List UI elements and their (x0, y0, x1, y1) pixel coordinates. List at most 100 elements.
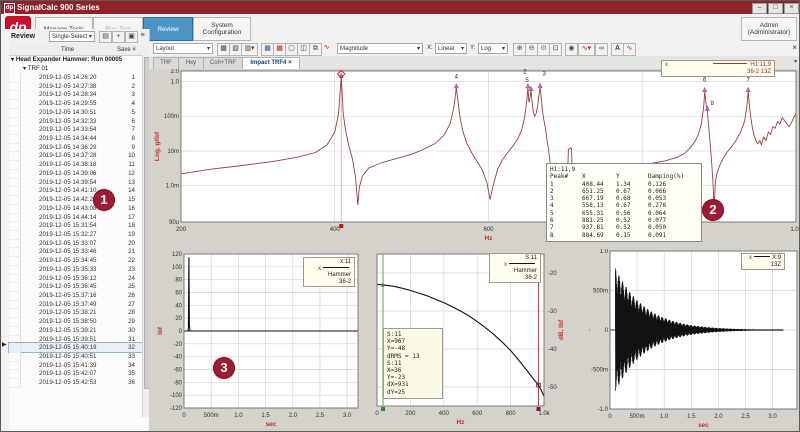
svg-text:1.0k: 1.0k (790, 227, 800, 233)
user-button[interactable]: Admin (Administrator) (741, 17, 797, 41)
list-item[interactable]: 2019-12-05 15:33:0720≡ (9, 239, 149, 248)
list-item[interactable]: 2019-12-05 15:32:2719≡ (9, 230, 149, 239)
svg-text:Log, g/lbf: Log, g/lbf (154, 131, 161, 161)
tree-group[interactable]: ▾ TRF 01 (23, 65, 48, 72)
list-item[interactable]: 2019-12-05 15:41:3934≡ (9, 361, 149, 370)
y-scale-combo[interactable]: Log▾ (478, 43, 508, 54)
close-button[interactable]: × (784, 3, 799, 14)
frf-chart[interactable]: 142536872004006008001.0k2.01.0100m10m1.0… (149, 69, 800, 249)
layout-combo[interactable]: Layout▾ (153, 43, 213, 54)
list-item[interactable]: 2019-12-05 15:36:1224≡ (9, 274, 149, 283)
svg-text:-20: -20 (548, 271, 557, 277)
tab-overflow-icon[interactable]: ▾ (794, 58, 797, 65)
list-item[interactable]: 2019-12-05 15:40:1932≡ (9, 343, 149, 352)
list-item[interactable]: 2019-12-05 14:34:448≡ (9, 134, 149, 143)
autoscale-icon[interactable]: ∿ (623, 43, 636, 56)
list-item[interactable]: 2019-12-05 14:36:299≡ (9, 143, 149, 152)
list-item[interactable]: 2019-12-05 14:27:382≡ (9, 82, 149, 91)
list-item[interactable]: 2019-12-05 14:32:336≡ (9, 117, 149, 126)
list-item[interactable]: 2019-12-05 14:42:2215≡ (9, 195, 149, 204)
list-item[interactable]: 2019-12-05 15:38:5029≡ (9, 317, 149, 326)
cursor-info-box[interactable]: S:11X=967Y=-48dRMS = 13S:11X=36Y=-23dX=9… (383, 328, 443, 399)
signal-trace-icon[interactable]: ∿ (321, 43, 332, 54)
menu-icon[interactable]: ≡ (138, 31, 147, 41)
svg-text:200: 200 (405, 411, 416, 417)
zoom-box-icon[interactable]: ⊡ (549, 43, 562, 56)
row-save-number: 14 (121, 187, 135, 194)
list-item[interactable]: 2019-12-05 15:37:4927≡ (9, 300, 149, 309)
legend-line-sample (713, 63, 747, 64)
list-item[interactable]: 2019-12-05 14:41:1014≡ (9, 186, 149, 195)
list-item[interactable]: 2019-12-05 14:38:1811≡ (9, 160, 149, 169)
list-item[interactable]: 2019-12-05 15:37:1626≡ (9, 291, 149, 300)
frf-legend: x H1:11,9 36-2 13Z (661, 60, 775, 77)
nav-system-configuration[interactable]: System Configuration (193, 17, 251, 41)
list-item[interactable]: 2019-12-05 15:33:4621≡ (9, 247, 149, 256)
svg-text:-40: -40 (173, 355, 182, 361)
column-time[interactable]: Time (61, 47, 74, 53)
row-save-number: 26 (121, 292, 135, 299)
select-mode-combo[interactable]: Single-Select▾ (49, 31, 95, 42)
list-item[interactable]: 2019-12-05 14:44:1417≡ (9, 213, 149, 222)
list-item[interactable]: 2019-12-05 14:37:2810≡ (9, 151, 149, 160)
row-gutter (9, 378, 21, 388)
chart-toolbar: Layout▾ ▦ ▧ ▥▾ ▦ ▦ ▢ ◫ ⧉ ∿ Magnitude▾ X:… (149, 42, 800, 56)
row-time: 2019-12-05 14:38:18 (39, 161, 96, 168)
row-save-number: 28 (121, 309, 135, 316)
link-cursor-icon[interactable]: ∞ (595, 43, 608, 56)
open-layout-icon[interactable]: ▥▾ (241, 43, 258, 56)
tab-coh-trf[interactable]: Coh+TRF (203, 57, 243, 69)
maximize-button[interactable]: □ (768, 3, 783, 14)
peak-cursor-icon[interactable]: ∿▾ (578, 43, 595, 56)
row-time: 2019-12-05 15:38:21 (39, 309, 96, 316)
list-item[interactable]: 2019-12-05 15:38:2128≡ (9, 308, 149, 317)
list-item[interactable]: 2019-12-05 14:26:201≡ (9, 73, 149, 82)
row-save-number: 5 (121, 109, 135, 116)
tree-root[interactable]: ▾ Head Expander Hammer: Run 00005 (11, 56, 122, 63)
collapse-icon[interactable]: ▣ (125, 31, 138, 43)
chevron-down-icon: ▾ (461, 45, 464, 52)
list-item[interactable]: 2019-12-05 15:35:3323≡ (9, 265, 149, 274)
peak-table[interactable]: H1:11,9 Peak#XYDamping(%) 1408.441.340.1… (546, 163, 702, 242)
tab-hxy[interactable]: Hxy (178, 57, 204, 69)
minimize-button[interactable]: – (752, 3, 767, 14)
annotation-badge-3: 3 (213, 357, 235, 379)
nav-review[interactable]: Review (143, 17, 193, 41)
ringdown-chart[interactable]: 0500m1.01.52.02.53.01.0500m0-500m-1.0sec… (589, 249, 800, 432)
list-item[interactable]: 2019-12-05 14:39:0612≡ (9, 169, 149, 178)
list-item[interactable]: 2019-12-05 14:28:343≡ (9, 90, 149, 99)
row-save-number: 35 (121, 370, 135, 377)
list-item[interactable]: 2019-12-05 14:30:515≡ (9, 108, 149, 117)
list-item[interactable]: 2019-12-05 14:33:547≡ (9, 125, 149, 134)
list-item[interactable]: 2019-12-05 14:43:0816≡ (9, 204, 149, 213)
list-item[interactable]: 2019-12-05 15:34:4522≡ (9, 256, 149, 265)
list-item[interactable]: 2019-12-05 15:40:5133≡ (9, 352, 149, 361)
list-item[interactable]: 2019-12-05 15:39:2130≡ (9, 326, 149, 335)
list-item[interactable]: 2019-12-05 14:29:554≡ (9, 99, 149, 108)
close-pane-icon[interactable]: × (792, 43, 797, 52)
list-item[interactable]: 2019-12-05 15:42:0735≡ (9, 369, 149, 378)
svg-text:800: 800 (506, 411, 517, 417)
tab-trf[interactable]: TRF (153, 57, 179, 69)
tab-impact-trf4[interactable]: Impact TRF4 × (242, 57, 300, 69)
row-save-number: 1 (121, 74, 135, 81)
magnitude-combo[interactable]: Magnitude▾ (337, 43, 423, 54)
ringdown-legend: xX:9 13Z (741, 253, 785, 270)
tab-close-icon[interactable]: × (288, 60, 292, 66)
list-item[interactable]: 2019-12-05 14:39:5413≡ (9, 178, 149, 187)
open-folder-icon[interactable]: ▤ (99, 31, 112, 43)
application-window: dp SignalCalc 900 Series – □ × dp Manage… (0, 0, 800, 432)
svg-text:500m: 500m (593, 289, 608, 295)
list-item[interactable]: 2019-12-05 15:39:5131≡ (9, 335, 149, 344)
column-save[interactable]: Save # (117, 47, 136, 53)
list-item[interactable]: 2019-12-05 15:36:4525≡ (9, 282, 149, 291)
list-item[interactable]: 2019-12-05 15:31:5418≡ (9, 221, 149, 230)
x-scale-combo[interactable]: Linear▾ (435, 43, 467, 54)
list-item[interactable]: 2019-12-05 15:42:5336≡ (9, 378, 149, 387)
visibility-icon[interactable]: ◉ (565, 43, 578, 56)
svg-text:dB, lbf: dB, lbf (558, 319, 565, 340)
add-icon[interactable]: + (112, 31, 125, 43)
current-row-arrow: ▶ (2, 341, 7, 348)
legend-marker: x (665, 62, 668, 69)
row-save-number: 24 (121, 275, 135, 282)
